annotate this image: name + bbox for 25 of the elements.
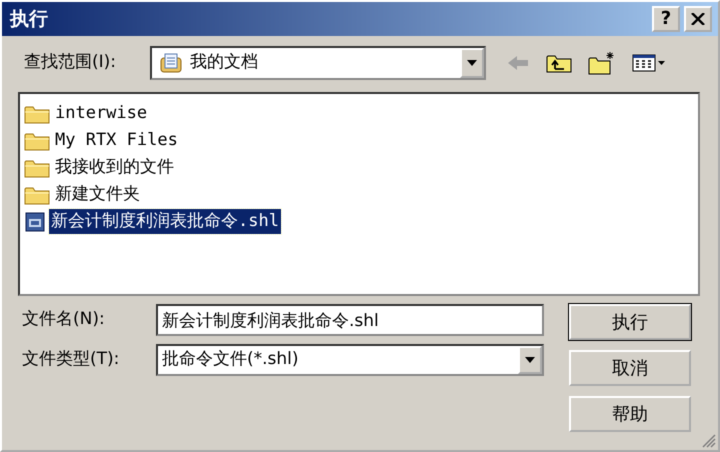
close-button[interactable] — [684, 6, 712, 32]
look-in-dropdown[interactable]: 我的文档 — [150, 46, 486, 80]
dialog-button[interactable]: 取消 — [569, 350, 691, 386]
dialog-button[interactable]: 帮助 — [569, 396, 691, 432]
window-title: 执行 — [10, 6, 48, 32]
close-icon — [691, 13, 705, 25]
file-list-item[interactable]: 新会计制度利润表批命令.shl — [49, 208, 281, 234]
file-list-item[interactable]: interwise — [53, 100, 150, 126]
new-folder-icon[interactable] — [588, 51, 616, 75]
look-in-label: 查找范围(I): — [24, 51, 118, 74]
documents-icon — [160, 52, 182, 74]
file-type-value: 批命令文件(*.shl) — [162, 348, 300, 372]
dialog-button[interactable]: 执行 — [569, 304, 691, 340]
look-in-value: 我的文档 — [190, 51, 259, 74]
file-icon — [24, 210, 46, 232]
file-name-field[interactable]: 新会计制度利润表批命令.shl — [156, 304, 544, 336]
help-button[interactable]: ? — [652, 6, 680, 32]
file-list-item[interactable]: 我接收到的文件 — [53, 154, 176, 180]
file-type-label: 文件类型(T): — [22, 348, 120, 372]
file-type-dropdown[interactable]: 批命令文件(*.shl) — [156, 344, 544, 376]
file-name-label: 文件名(N): — [22, 308, 106, 332]
file-list-item[interactable]: My RTX Files — [53, 128, 180, 154]
view-menu-icon[interactable] — [632, 53, 666, 73]
resize-grip-icon — [702, 434, 716, 448]
file-list-item[interactable]: 新建文件夹 — [53, 182, 142, 208]
